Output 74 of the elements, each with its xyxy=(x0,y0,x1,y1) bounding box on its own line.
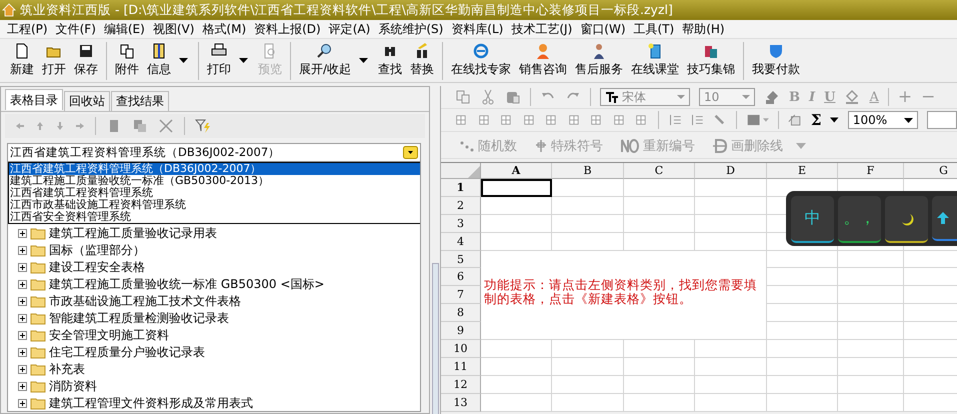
toolbar-button[interactable]: 在线找专家 xyxy=(442,42,516,80)
column-header[interactable]: A xyxy=(481,163,552,179)
tree-item[interactable]: 住宅工程质量分户验收记录表 xyxy=(49,344,205,361)
toolbar-button[interactable]: 信息 xyxy=(143,42,194,80)
menu-item[interactable]: 文件(F) xyxy=(52,20,100,38)
tab[interactable]: 回收站 xyxy=(64,91,110,111)
menu-item[interactable]: 技术工艺(J) xyxy=(507,20,576,38)
window-title: 筑业资料江西版 - [D:\筑业建筑系列软件\江西省工程资料软件\工程\高新区华勤南昌制造中心装修项目一标段.zyzl] xyxy=(20,2,673,18)
tab[interactable]: 表格目录 xyxy=(5,89,63,110)
ime-key[interactable]: 中 xyxy=(791,196,834,243)
row-header[interactable]: 12 xyxy=(441,376,481,394)
dropdown-option[interactable]: 江西省建筑工程资料管理系统（DB36J002-2007） xyxy=(9,163,420,175)
menu-item[interactable]: 视图(V) xyxy=(148,20,198,38)
toolbar-button[interactable]: 附件 xyxy=(106,42,143,80)
tree-item[interactable]: 安全管理文明施工资料 xyxy=(49,327,169,344)
tree-item[interactable]: 智能建筑工程质量检测验收记录表 xyxy=(49,310,229,327)
toolbar-button[interactable]: 我要付款 xyxy=(743,42,804,80)
zoom-dropdown[interactable]: 100% xyxy=(848,111,918,129)
menu-item[interactable]: 系统维护(S) xyxy=(374,20,448,38)
menu-item[interactable]: 资料上报(D) xyxy=(250,20,325,38)
tree-item[interactable]: 建筑工程施工质量验收统一标准 GB50300 <国标> xyxy=(49,276,324,293)
row-header[interactable]: 8 xyxy=(441,304,481,322)
toolbar-button[interactable]: 售后服务 xyxy=(571,42,628,80)
tree-item[interactable]: 建筑工程管理文件资料形成及常用表式 xyxy=(49,395,253,411)
dropdown-option[interactable]: 江西省安全资料管理系统 xyxy=(9,211,420,223)
row-header[interactable]: 3 xyxy=(441,214,481,233)
row-header[interactable]: 4 xyxy=(441,232,481,251)
row-header[interactable]: 7 xyxy=(441,286,481,304)
toolbar-button[interactable]: 保存 xyxy=(70,42,102,80)
tab[interactable]: 查找结果 xyxy=(111,91,169,111)
row-header[interactable]: 1 xyxy=(441,179,481,197)
column-header[interactable]: D xyxy=(695,163,767,179)
tree-item[interactable]: 补充表 xyxy=(49,361,85,378)
menu-item[interactable]: 评定(A) xyxy=(324,20,374,38)
dropdown-option[interactable]: 江西市政基础设施工程资料管理系统 xyxy=(9,199,420,211)
menu-item[interactable]: 编辑(E) xyxy=(100,20,149,38)
menu-item[interactable]: 格式(M) xyxy=(198,20,250,38)
row-header[interactable]: 11 xyxy=(441,358,481,376)
tree-item[interactable]: 消防资料 xyxy=(49,378,97,395)
toolbar-button[interactable]: 打印 xyxy=(198,42,254,80)
menu-item[interactable]: 工具(T) xyxy=(630,20,678,38)
toolbar-button[interactable]: 打开 xyxy=(38,42,70,80)
row-header[interactable]: 9 xyxy=(441,322,481,340)
tree-item[interactable]: 市政基础设施工程施工技术文件表格 xyxy=(49,293,241,310)
column-header[interactable]: E xyxy=(767,163,838,179)
row-header[interactable]: 13 xyxy=(441,394,481,412)
menu-item[interactable]: 帮助(H) xyxy=(678,20,729,38)
column-header[interactable]: F xyxy=(838,163,904,179)
dropdown-option[interactable]: 建筑工程施工质量验收统一标准（GB50300-2013） xyxy=(9,175,420,187)
column-header[interactable]: G xyxy=(904,163,957,179)
menu-item[interactable]: 工程(P) xyxy=(3,20,52,38)
tree-item[interactable]: 建筑工程施工质量验收记录用表 xyxy=(49,225,217,242)
column-header[interactable]: C xyxy=(624,163,695,179)
toolbar-button[interactable]: 新建 xyxy=(6,42,38,80)
row-header[interactable]: 6 xyxy=(441,268,481,286)
row-header[interactable]: 2 xyxy=(441,196,481,215)
toolbar-button[interactable]: 销售咨询 xyxy=(515,42,572,80)
menu-item[interactable]: 资料库(L) xyxy=(447,20,508,38)
tree-item[interactable]: 国标（监理部分） xyxy=(49,242,145,259)
category-dropdown[interactable]: 江西省建筑工程资料管理系统（DB36J002-2007） xyxy=(7,143,421,162)
hint-text: 功能提示：请点击左侧资料类别，找到您需要填制的表格，点击《新建表格》按钮。 xyxy=(484,278,758,306)
toolbar-button[interactable]: 技巧集锦 xyxy=(683,42,740,80)
toolbar-button[interactable]: 替换 xyxy=(406,42,438,80)
sum-button[interactable]: Σ xyxy=(810,111,822,129)
column-header[interactable]: B xyxy=(552,163,624,179)
tree-item[interactable]: 建设工程安全表格 xyxy=(49,259,145,276)
toolbar-button[interactable]: 在线课堂 xyxy=(627,42,684,80)
toolbar-button[interactable]: 查找 xyxy=(374,42,406,80)
row-header[interactable]: 10 xyxy=(441,340,481,358)
menu-item[interactable]: 窗口(W) xyxy=(576,20,630,38)
dropdown-option[interactable]: 江西省建筑工程资料管理系统 xyxy=(9,187,420,199)
toolbar-button[interactable]: 展开/收起 xyxy=(290,42,374,80)
ime-key[interactable]: 。， xyxy=(838,196,881,243)
row-header[interactable]: 5 xyxy=(441,250,481,268)
